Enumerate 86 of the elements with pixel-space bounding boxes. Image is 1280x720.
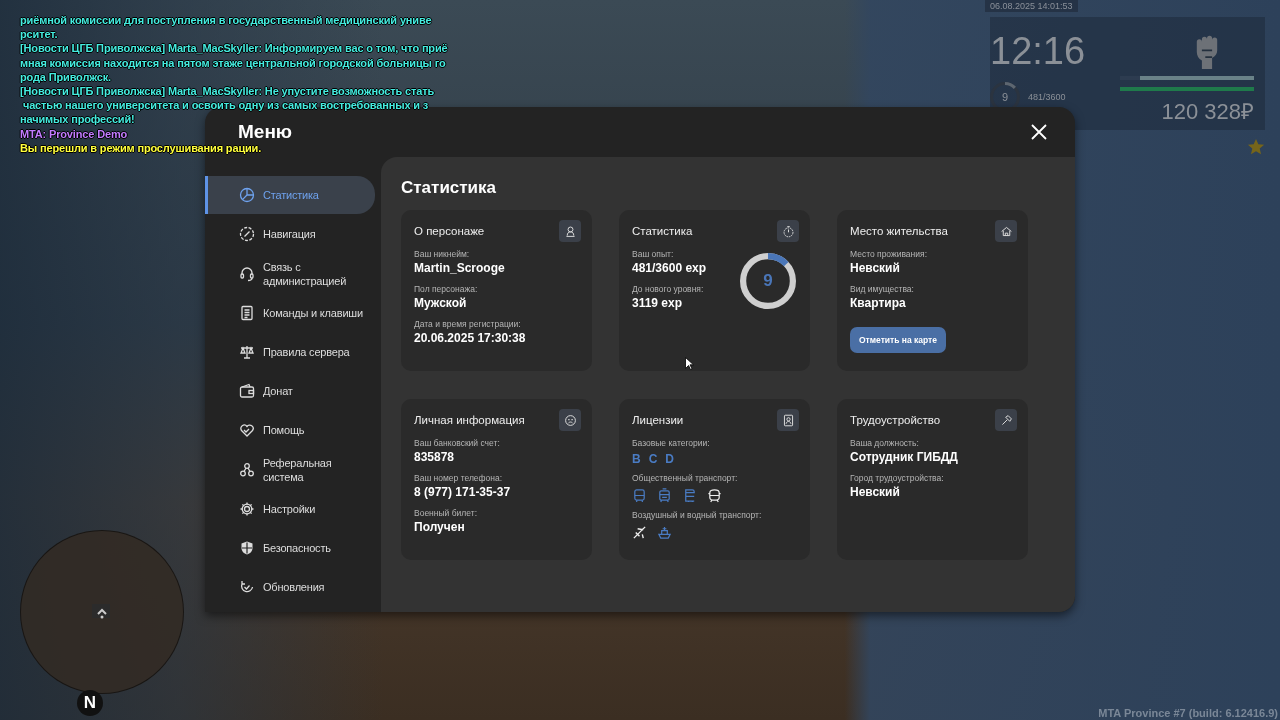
license-category: B (632, 452, 641, 466)
field-label: Ваш никнейм: (414, 249, 470, 260)
chat-message: рода Приволжск. (20, 69, 111, 84)
chat-message: [Новости ЦГБ Приволжска] Marta_MacSkyller: Информируем вас о том, что приё (20, 41, 448, 56)
network-icon (239, 461, 255, 478)
chat-message: MTA: Province Demo (20, 126, 128, 141)
license-category: C (648, 452, 658, 466)
progress-ring (740, 253, 796, 309)
close-button[interactable] (1029, 122, 1049, 142)
date-time: 06.08.2025 14:01:53 (985, 0, 1078, 12)
tram-icon (657, 488, 672, 503)
sidebar-item[interactable]: Статистика (205, 176, 375, 214)
field-label: Ваш номер телефона: (414, 473, 503, 484)
truck-icon (707, 488, 722, 503)
sidebar-item[interactable]: Правила сервера (205, 333, 375, 371)
field-label: До нового уровня: (632, 284, 704, 295)
field-value: Квартира (850, 295, 906, 311)
compass-icon (239, 226, 255, 242)
build-info: MTA Province #7 (build: 6.12416.9) (1098, 707, 1278, 719)
field-value: Мужской (414, 295, 467, 311)
chat-message: рситет. (20, 27, 58, 42)
refresh-icon (239, 579, 255, 595)
card-title: Личная информация (414, 414, 525, 426)
sidebar-item[interactable]: Обновления (205, 568, 375, 606)
field-label: Ваш опыт: (632, 249, 674, 260)
sidebar-item[interactable]: Связь с администрацией (205, 254, 375, 293)
field-label: Воздушный и водный транспорт: (632, 510, 762, 521)
card-title: Статистика (632, 225, 693, 237)
mark-on-map-button[interactable]: Отметить на карте (850, 327, 946, 353)
star-icon (1247, 138, 1265, 156)
field-label: Общественный транспорт: (632, 473, 738, 484)
scales-icon (239, 344, 255, 360)
license-category: D (665, 452, 674, 466)
money-balance: 120 328₽ (1161, 98, 1254, 125)
sidebar-item[interactable]: Навигация (205, 215, 375, 253)
sidebar-item[interactable]: Помощь (205, 411, 375, 449)
field-value: Невский (850, 260, 900, 276)
card-title: Трудоустройство (850, 414, 941, 426)
sidebar-item[interactable]: Настройки (205, 490, 375, 528)
window-title: Меню (238, 121, 293, 143)
chat-message: начимых профессий! (20, 112, 135, 127)
field-label: Базовые категории: (632, 438, 710, 449)
field-label: Город трудоустройства: (850, 473, 944, 484)
chat-message: частью нашего университета и освоить одну из самых востребованных и з (21, 98, 429, 113)
level-number: 9 (1001, 91, 1009, 103)
field-value: 3119 exp (632, 295, 683, 311)
chat-message: [Новости ЦГБ Приволжска] Marta_MacSkyller: Не упустите возможность стать (20, 84, 435, 99)
clock: 12:16 (990, 30, 1086, 72)
field-label: Пол персонажа: (414, 284, 478, 295)
card-title: О персонаже (414, 225, 485, 237)
chat-message: мная комиссия находится на пятом этаже центральной городской больницы го (20, 55, 446, 70)
wallet-icon (239, 383, 255, 399)
settings-icon (239, 501, 255, 517)
field-value: Сотрудник ГИБДД (850, 449, 958, 465)
field-label: Военный билет: (414, 508, 477, 519)
field-label: Вид имущества: (850, 284, 914, 295)
chat-message: Вы перешли в режим прослушивания рации. (20, 140, 262, 156)
shield-icon (239, 540, 255, 556)
field-label: Ваша должность: (850, 438, 919, 449)
field-value: 8 (977) 171-35-37 (414, 484, 511, 500)
field-label: Дата и время регистрации: (414, 319, 521, 330)
headset-icon (239, 265, 255, 282)
sidebar-item[interactable]: Донат (205, 372, 375, 410)
chat-message: риёмной комиссии для поступления в государственный медицинский униве (20, 13, 432, 28)
card-title: Место жительства (850, 225, 948, 237)
sidebar-item[interactable]: Реферальная система (205, 450, 375, 489)
experience-text: 481/3600 (1028, 92, 1066, 102)
field-value: 835878 (414, 449, 455, 465)
field-label: Ваш банковский счет: (414, 438, 500, 449)
bus-icon (632, 488, 647, 503)
sidebar-item[interactable]: Безопасность (205, 529, 375, 567)
level-number: 9 (763, 271, 773, 291)
heart-icon (239, 422, 255, 438)
pie-chart-icon (239, 187, 255, 203)
field-value: 481/3600 exp (632, 260, 707, 276)
card-title: Лицензии (632, 414, 684, 426)
field-value: 20.06.2025 17:30:38 (414, 330, 526, 346)
mouse-cursor-icon (685, 357, 694, 370)
boat-icon (657, 525, 672, 540)
field-value: Невский (850, 484, 900, 500)
page-title: Статистика (401, 177, 498, 199)
field-label: Место проживания: (850, 249, 927, 260)
document-icon (239, 305, 255, 321)
field-value: Martin_Scrooge (414, 260, 505, 276)
field-value: Получен (414, 519, 465, 535)
sidebar-item[interactable]: Команды и клавиши (205, 294, 375, 332)
